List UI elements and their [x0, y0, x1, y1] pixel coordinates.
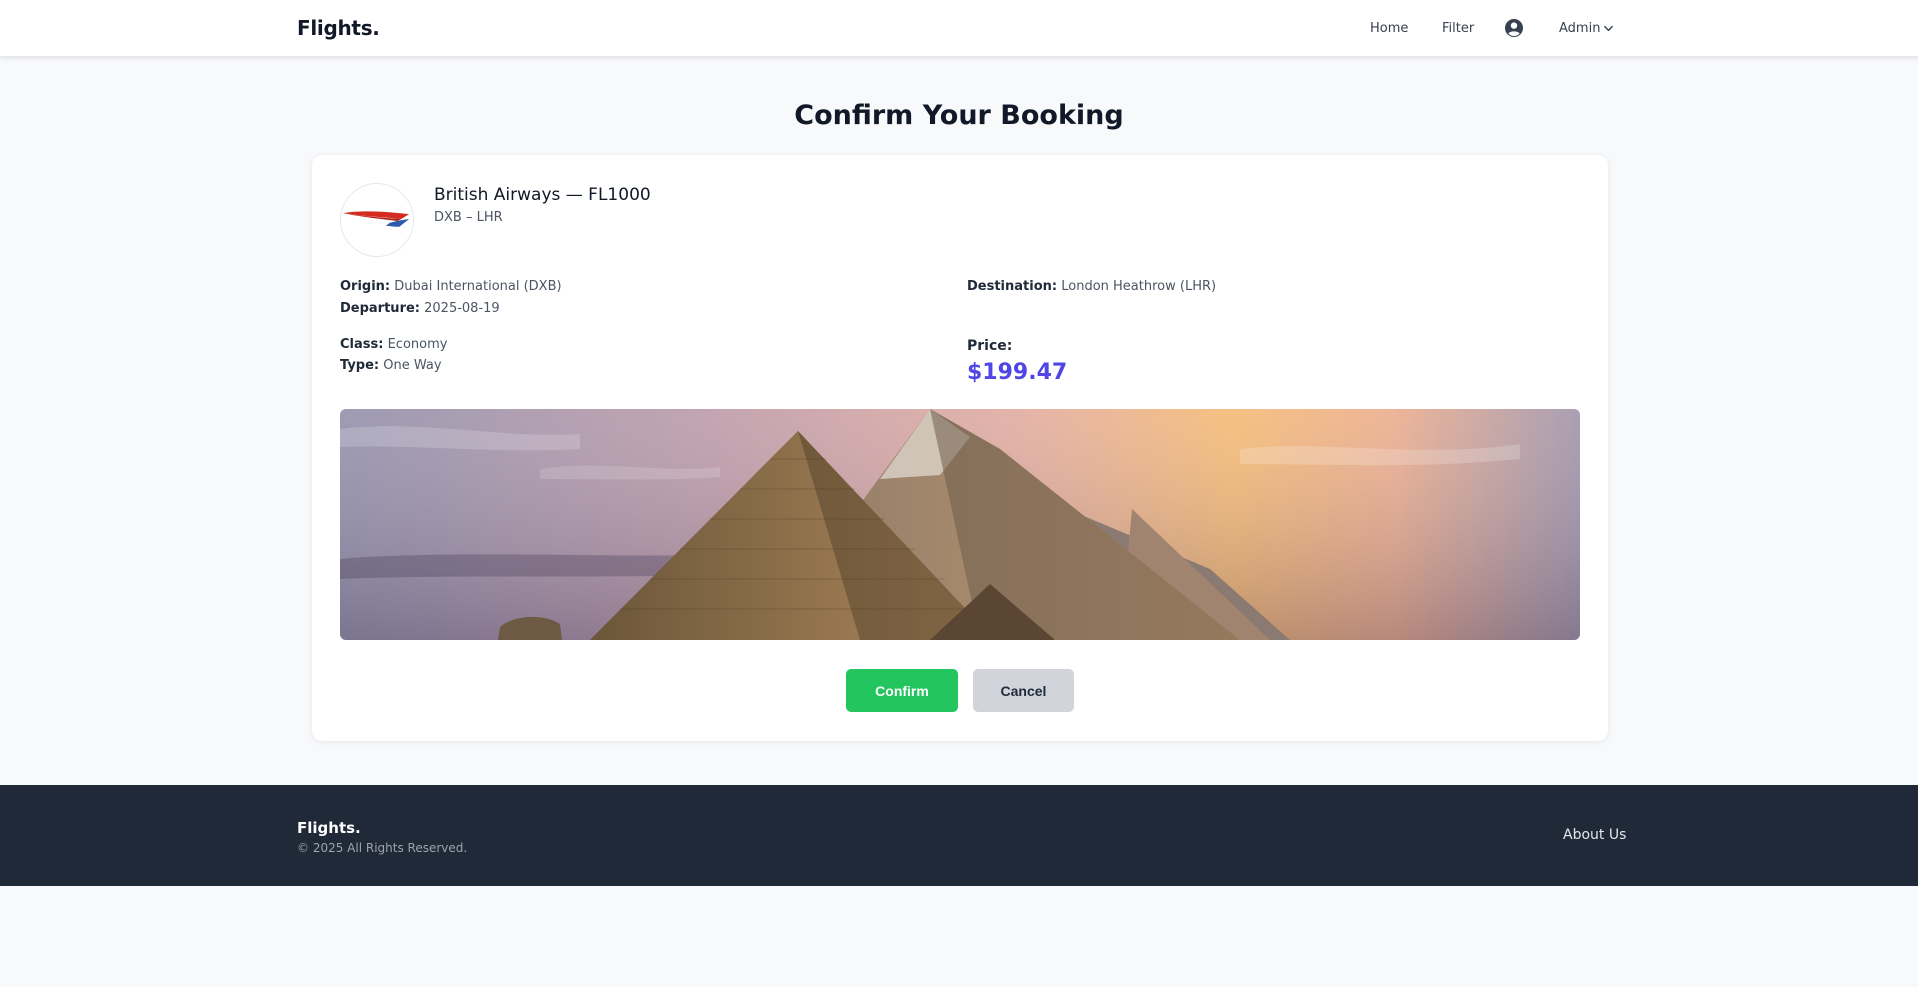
nav-filter-link[interactable]: Filter	[1442, 21, 1474, 36]
british-airways-logo-icon	[342, 211, 410, 227]
type-value: One Way	[383, 358, 442, 373]
price-label: Price:	[967, 338, 1013, 354]
destination-label: Destination:	[967, 279, 1058, 294]
class-row: Class: Economy	[340, 337, 447, 352]
airline-logo	[340, 183, 414, 257]
footer: Flights. © 2025 All Rights Reserved. Abo…	[0, 785, 1918, 886]
origin-value: Dubai International (DXB)	[394, 279, 562, 294]
top-navbar: Flights. Home Filter Admin	[0, 0, 1918, 57]
user-circle-icon[interactable]	[1504, 18, 1524, 38]
destination-row: Destination: London Heathrow (LHR)	[967, 279, 1216, 294]
destination-banner-image	[340, 409, 1580, 640]
admin-label: Admin	[1559, 21, 1601, 36]
chevron-down-icon	[1604, 25, 1614, 32]
route-code: DXB – LHR	[434, 210, 503, 225]
departure-row: Departure: 2025-08-19	[340, 301, 500, 316]
departure-value: 2025-08-19	[424, 301, 500, 316]
departure-label: Departure:	[340, 301, 420, 316]
brand-logo[interactable]: Flights.	[297, 16, 380, 40]
admin-dropdown[interactable]: Admin	[1559, 21, 1614, 36]
nav-home-link[interactable]: Home	[1370, 21, 1408, 36]
type-label: Type:	[340, 358, 380, 373]
cancel-button[interactable]: Cancel	[973, 669, 1074, 712]
booking-card: British Airways — FL1000 DXB – LHR Origi…	[312, 155, 1608, 741]
price-value: $199.47	[967, 360, 1068, 385]
footer-copyright: © 2025 All Rights Reserved.	[297, 841, 468, 855]
class-value: Economy	[387, 337, 448, 352]
airline-flight-title: British Airways — FL1000	[434, 185, 651, 205]
footer-brand: Flights.	[297, 819, 361, 837]
page-title: Confirm Your Booking	[794, 100, 1124, 131]
destination-value: London Heathrow (LHR)	[1061, 279, 1217, 294]
confirm-button[interactable]: Confirm	[846, 669, 958, 712]
footer-about-link[interactable]: About Us	[1563, 827, 1626, 843]
origin-row: Origin: Dubai International (DXB)	[340, 279, 562, 294]
class-label: Class:	[340, 337, 384, 352]
origin-label: Origin:	[340, 279, 391, 294]
type-row: Type: One Way	[340, 358, 442, 373]
